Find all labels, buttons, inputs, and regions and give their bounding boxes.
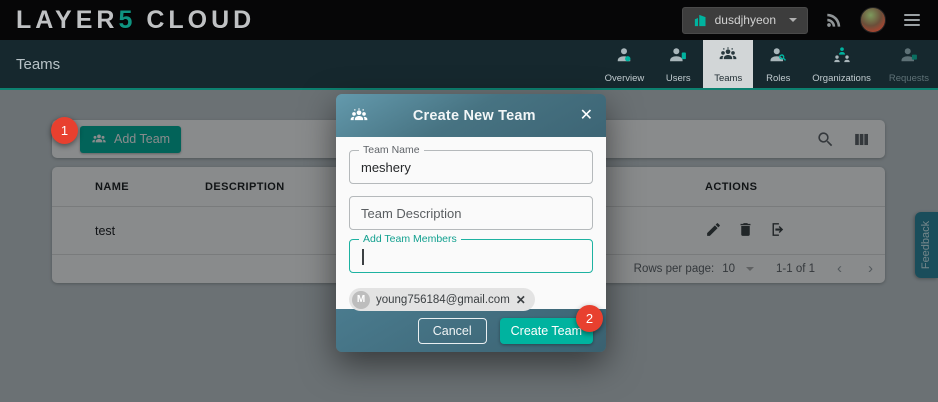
page-title: Teams (16, 56, 60, 73)
remove-member-icon[interactable]: ✕ (516, 294, 526, 306)
modal-footer: Cancel Create Team (336, 309, 606, 352)
user-avatar[interactable] (860, 7, 886, 33)
tab-teams[interactable]: Teams (703, 40, 753, 88)
member-avatar: M (352, 291, 370, 309)
logo-text-cloud: CLOUD (146, 6, 255, 34)
person-roles-icon (768, 45, 788, 70)
people-group-icon (349, 106, 369, 126)
layer5-cloud-logo[interactable]: LAYER5 CLOUD (16, 6, 255, 35)
text-cursor (362, 249, 364, 265)
tab-label: Overview (605, 73, 645, 84)
logo-text-layer: LAYER (16, 6, 118, 34)
create-team-modal: Create New Team ✕ Team Name Add Team Mem… (336, 94, 606, 352)
caret-down-icon (789, 18, 797, 22)
nav-tabs: Overview Users Teams Roles Organizations… (596, 40, 938, 88)
tab-users[interactable]: Users (653, 40, 703, 88)
tab-organizations[interactable]: Organizations (803, 40, 880, 88)
person-users-icon (668, 45, 688, 70)
app-root: LAYER5 CLOUD dusdjhyeon Teams Overview (0, 0, 938, 402)
logo-text-5: 5 (118, 6, 136, 34)
people-group-icon (718, 45, 738, 70)
add-team-members-field: Add Team Members (349, 239, 593, 273)
tab-label: Teams (714, 73, 742, 84)
org-hierarchy-icon (832, 45, 852, 70)
tab-label: Roles (766, 73, 790, 84)
team-description-input[interactable] (350, 197, 592, 229)
tab-requests[interactable]: Requests (880, 40, 938, 88)
tab-overview[interactable]: Overview (596, 40, 654, 88)
tab-label: Users (666, 73, 691, 84)
modal-header: Create New Team ✕ (336, 94, 606, 137)
organization-building-icon (693, 13, 708, 28)
cancel-button[interactable]: Cancel (418, 318, 487, 344)
broadcast-icon[interactable] (824, 10, 844, 30)
add-team-members-label: Add Team Members (359, 233, 461, 245)
page-navbar: Teams Overview Users Teams Roles Organiz… (0, 40, 938, 90)
tab-label: Organizations (812, 73, 871, 84)
member-chip: M young756184@gmail.com ✕ (349, 288, 535, 311)
topbar-actions: dusdjhyeon (682, 7, 922, 34)
org-switcher-dropdown[interactable]: dusdjhyeon (682, 7, 808, 34)
person-overview-icon (614, 45, 634, 70)
tab-roles[interactable]: Roles (753, 40, 803, 88)
team-name-field: Team Name (349, 150, 593, 184)
hamburger-menu-button[interactable] (902, 10, 922, 30)
team-description-field (349, 196, 593, 230)
person-requests-icon (899, 45, 919, 70)
annotation-step-2-badge: 2 (576, 305, 603, 332)
tab-label: Requests (889, 73, 929, 84)
modal-title: Create New Team (369, 108, 580, 124)
annotation-step-1-badge: 1 (51, 117, 78, 144)
org-switcher-label: dusdjhyeon (715, 13, 776, 27)
modal-body: Team Name Add Team Members M young756184… (336, 137, 606, 309)
topbar: LAYER5 CLOUD dusdjhyeon (0, 0, 938, 40)
member-email: young756184@gmail.com (376, 294, 510, 306)
close-icon[interactable]: ✕ (580, 108, 593, 124)
team-name-label: Team Name (359, 144, 424, 156)
